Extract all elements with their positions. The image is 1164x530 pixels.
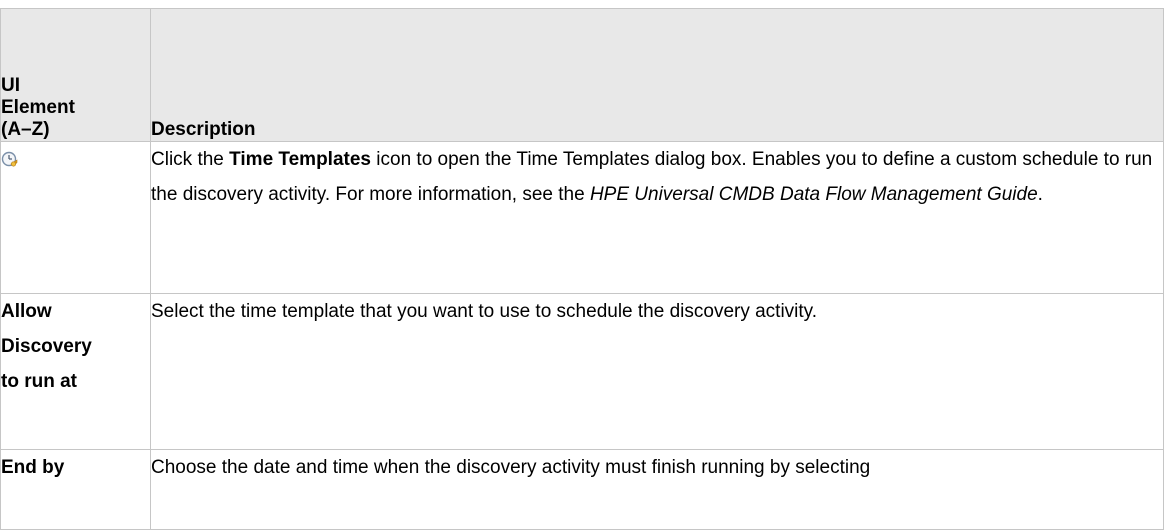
desc-bold-term: Time Templates <box>229 149 371 170</box>
header-ui-element-line: (A–Z) <box>1 119 50 140</box>
guide-title: HPE Universal CMDB Data Flow Management … <box>589 184 1038 205</box>
ui-element-cell: End by <box>0 449 151 530</box>
description-cell: Choose the date and time when the discov… <box>150 449 1164 530</box>
ui-element-cell: Allow Discovery to run at <box>0 293 151 450</box>
description-cell: Click the Time Templates icon to open th… <box>150 141 1164 294</box>
header-description: Description <box>150 8 1164 142</box>
table-row: Allow Discovery to run at Select the tim… <box>0 293 1164 450</box>
ui-element-label-line: Allow <box>1 301 52 322</box>
desc-text: . <box>1037 184 1043 205</box>
time-templates-icon <box>1 146 19 167</box>
header-ui-element: UI Element (A–Z) <box>0 8 151 142</box>
table-header-row: UI Element (A–Z) Description <box>0 8 1164 142</box>
ui-element-label-line: to run at <box>1 371 77 392</box>
ui-element-table: UI Element (A–Z) Description Click the T… <box>0 8 1164 530</box>
desc-text: Click the <box>151 149 230 170</box>
table-row: Click the Time Templates icon to open th… <box>0 141 1164 294</box>
header-ui-element-line: Element <box>1 97 75 118</box>
ui-element-label-line: End by <box>1 457 65 478</box>
description-cell: Select the time template that you want t… <box>150 293 1164 450</box>
ui-element-cell <box>0 141 151 294</box>
table-row: End by Choose the date and time when the… <box>0 449 1164 530</box>
ui-element-label-line: Discovery <box>1 336 92 357</box>
header-ui-element-line: UI <box>1 75 20 96</box>
